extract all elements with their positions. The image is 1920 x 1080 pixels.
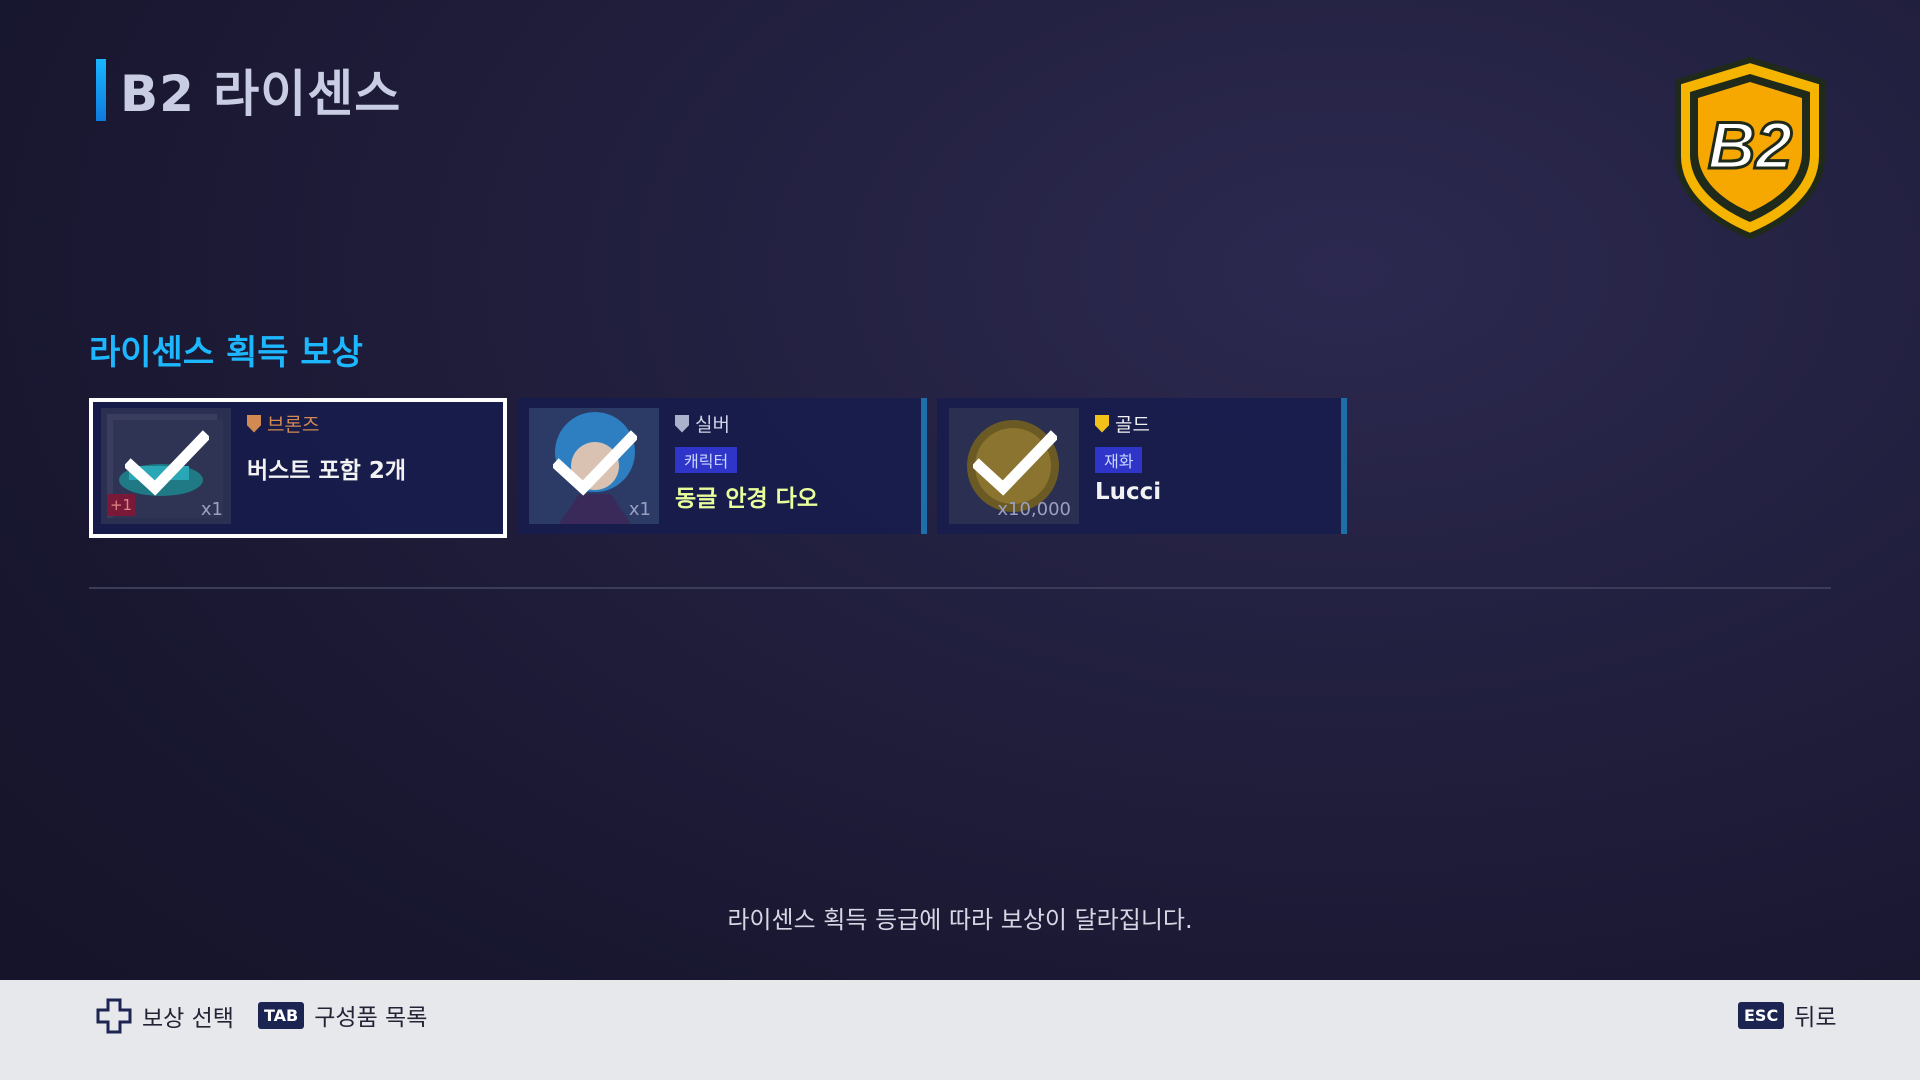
gold-shield-icon	[1095, 414, 1109, 433]
select-reward-label: 보상 선택	[142, 1006, 234, 1032]
plus-badge: +1	[107, 494, 135, 516]
reward-thumbnail: x1	[529, 408, 659, 524]
reward-category-tag: 재화	[1095, 447, 1143, 473]
select-reward-hint[interactable]: 보상 선택	[96, 998, 234, 1034]
check-icon	[125, 430, 209, 496]
dpad-icon	[96, 998, 132, 1034]
check-icon	[553, 430, 637, 496]
esc-key-icon: ESC	[1738, 1001, 1785, 1029]
check-icon	[973, 430, 1057, 496]
silver-shield-icon	[675, 414, 689, 433]
components-list-hint[interactable]: TAB 구성품 목록	[258, 998, 427, 1032]
reward-notice: 라이센스 획득 등급에 따라 보상이 달라집니다.	[727, 906, 1193, 934]
license-badge-icon: B2	[1675, 56, 1825, 240]
reward-card-silver[interactable]: x1 실버 캐릭터 동글 안경 다오	[517, 398, 927, 534]
reward-name: 버스트 포함 2개	[247, 458, 406, 484]
section-title: 라이센스 획득 보상	[89, 333, 363, 373]
reward-thumbnail: x10,000	[949, 408, 1079, 524]
footer-bar: 보상 선택 TAB 구성품 목록 ESC 뒤로	[0, 980, 1920, 1080]
reward-tier: 실버	[695, 414, 730, 436]
reward-thumbnail: +1 x1	[101, 408, 231, 524]
reward-name: 동글 안경 다오	[675, 486, 818, 512]
components-list-label: 구성품 목록	[314, 1005, 428, 1031]
reward-card-gold[interactable]: x10,000 골드 재화 Lucci	[937, 398, 1347, 534]
reward-quantity: x10,000	[997, 499, 1071, 520]
reward-list: +1 x1 브론즈 버스트 포함 2개 x1 실버 캐릭터 동글 안경 다오 x…	[89, 398, 1347, 538]
reward-tier: 골드	[1115, 414, 1150, 436]
bronze-shield-icon	[247, 414, 261, 433]
section-divider	[89, 587, 1831, 589]
title-accent-bar	[96, 59, 106, 121]
tab-key-icon: TAB	[258, 1001, 305, 1029]
reward-name: Lucci	[1095, 479, 1162, 505]
card-edge	[921, 398, 927, 534]
page-title: B2 라이센스	[120, 65, 402, 123]
page-header: B2 라이센스	[96, 58, 401, 123]
reward-card-bronze[interactable]: +1 x1 브론즈 버스트 포함 2개	[89, 398, 507, 538]
back-hint[interactable]: ESC 뒤로	[1738, 998, 1837, 1032]
card-edge	[1341, 398, 1347, 534]
reward-tier: 브론즈	[267, 414, 320, 436]
back-label: 뒤로	[1794, 1005, 1837, 1031]
reward-category-tag: 캐릭터	[675, 447, 738, 473]
reward-quantity: x1	[200, 499, 223, 520]
reward-quantity: x1	[628, 499, 651, 520]
badge-label: B2	[1708, 108, 1793, 182]
